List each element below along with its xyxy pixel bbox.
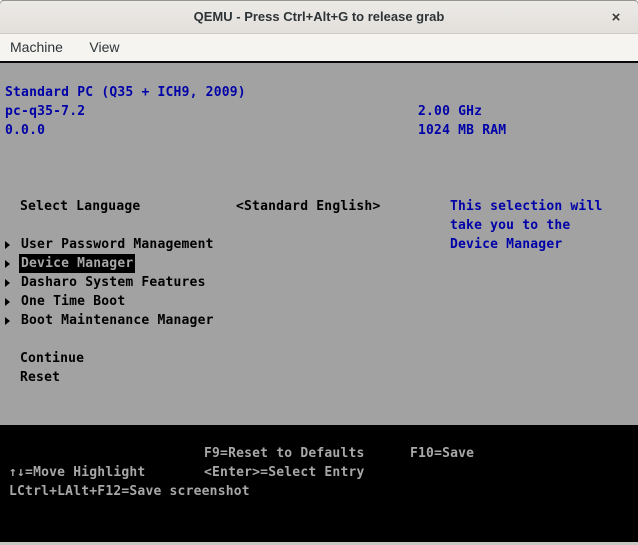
select-language-value[interactable]: <Standard English> [236,197,380,216]
menu-item-device-manager[interactable]: Device Manager [0,254,638,273]
cpu-speed: 2.00 GHz [418,104,483,119]
submenu-arrow-icon [5,259,10,268]
title-bar: QEMU - Press Ctrl+Alt+G to release grab … [0,0,638,34]
qemu-window: QEMU - Press Ctrl+Alt+G to release grab … [0,0,638,545]
firmware-build: 0.0.0 [5,123,46,138]
submenu-arrow-icon [5,297,10,306]
hint-reset-defaults: F9=Reset to Defaults [204,446,365,461]
hint-save: F10=Save [410,446,475,461]
help-text-line: take you to the [450,218,571,233]
hint-move-highlight: ↑↓=Move Highlight [9,465,146,480]
continue-action[interactable]: Continue [20,349,84,368]
ram-size: 1024 MB RAM [418,123,507,138]
submenu-arrow-icon [5,316,10,325]
menu-item-one-time-boot[interactable]: One Time Boot [0,292,638,311]
menu-item-user-password-management[interactable]: User Password Management [0,235,638,254]
firmware-version: pc-q35-7.2 [5,104,86,119]
reset-action[interactable]: Reset [20,368,60,387]
submenu-arrow-icon [5,278,10,287]
platform-name: Standard PC (Q35 + ICH9, 2009) [5,85,246,100]
menu-machine[interactable]: Machine [10,34,63,61]
close-icon[interactable]: × [604,6,628,30]
menu-view[interactable]: View [89,34,119,61]
selected-menu-item-label: Device Manager [19,254,136,273]
firmware-setup-screen: Standard PC (Q35 + ICH9, 2009) pc-q35-7.… [0,63,638,542]
submenu-arrow-icon [5,240,10,249]
select-language-label: Select Language [20,199,141,214]
hint-select-entry: <Enter>=Select Entry [204,465,365,480]
window-title: QEMU - Press Ctrl+Alt+G to release grab [193,9,445,24]
menu-bar: Machine View [0,34,638,61]
menu-item-boot-maintenance-manager[interactable]: Boot Maintenance Manager [0,311,638,330]
help-text-line: This selection will [450,199,603,214]
hint-save-screenshot: LCtrl+LAlt+F12=Save screenshot [9,484,250,499]
menu-item-dasharo-system-features[interactable]: Dasharo System Features [0,273,638,292]
